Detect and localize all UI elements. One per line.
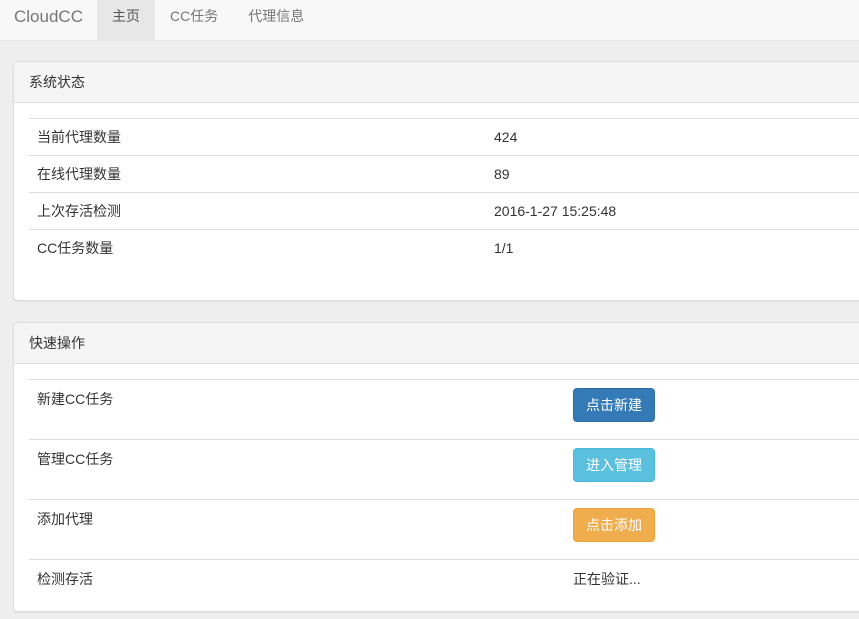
table-row: CC任务数量 1/1: [29, 230, 859, 267]
brand-logo[interactable]: CloudCC: [0, 0, 97, 33]
table-row: 管理CC任务 进入管理: [29, 440, 859, 500]
manage-tasks-button[interactable]: 进入管理: [573, 448, 655, 482]
table-row: 在线代理数量 89: [29, 156, 859, 193]
system-status-panel: 系统状态 当前代理数量 424 在线代理数量 89 上次存活检测 2016-1-…: [13, 61, 859, 301]
panel-title: 系统状态: [14, 62, 859, 103]
create-task-button[interactable]: 点击新建: [573, 388, 655, 422]
row-label: 新建CC任务: [29, 380, 565, 440]
row-label: 添加代理: [29, 500, 565, 560]
tab-proxy-info[interactable]: 代理信息: [233, 0, 319, 41]
actions-table: 新建CC任务 点击新建 管理CC任务 进入管理 添加代理 点击添加 检测存活: [29, 379, 859, 619]
tab-cc-tasks[interactable]: CC任务: [155, 0, 233, 41]
top-navbar: CloudCC 主页 CC任务 代理信息: [0, 0, 859, 41]
tab-home[interactable]: 主页: [97, 0, 155, 41]
panel-title: 快速操作: [14, 323, 859, 364]
table-row: 检测存活 正在验证...: [29, 560, 859, 619]
row-label: 上次存活检测: [29, 193, 486, 230]
table-row: 上次存活检测 2016-1-27 15:25:48: [29, 193, 859, 230]
table-row: 添加代理 点击添加: [29, 500, 859, 560]
row-label: 当前代理数量: [29, 119, 486, 156]
check-status-text: 正在验证...: [573, 568, 641, 589]
table-row: 新建CC任务 点击新建: [29, 380, 859, 440]
row-label: 在线代理数量: [29, 156, 486, 193]
row-label: CC任务数量: [29, 230, 486, 267]
row-value: 89: [486, 156, 859, 193]
status-table: 当前代理数量 424 在线代理数量 89 上次存活检测 2016-1-27 15…: [29, 118, 859, 266]
quick-actions-panel: 快速操作 新建CC任务 点击新建 管理CC任务 进入管理 添加代理 点击添加: [13, 322, 859, 612]
row-label: 管理CC任务: [29, 440, 565, 500]
row-label: 检测存活: [29, 560, 565, 619]
row-value: 2016-1-27 15:25:48: [486, 193, 859, 230]
add-proxy-button[interactable]: 点击添加: [573, 508, 655, 542]
row-value: 1/1: [486, 230, 859, 267]
row-value: 424: [486, 119, 859, 156]
table-row: 当前代理数量 424: [29, 119, 859, 156]
